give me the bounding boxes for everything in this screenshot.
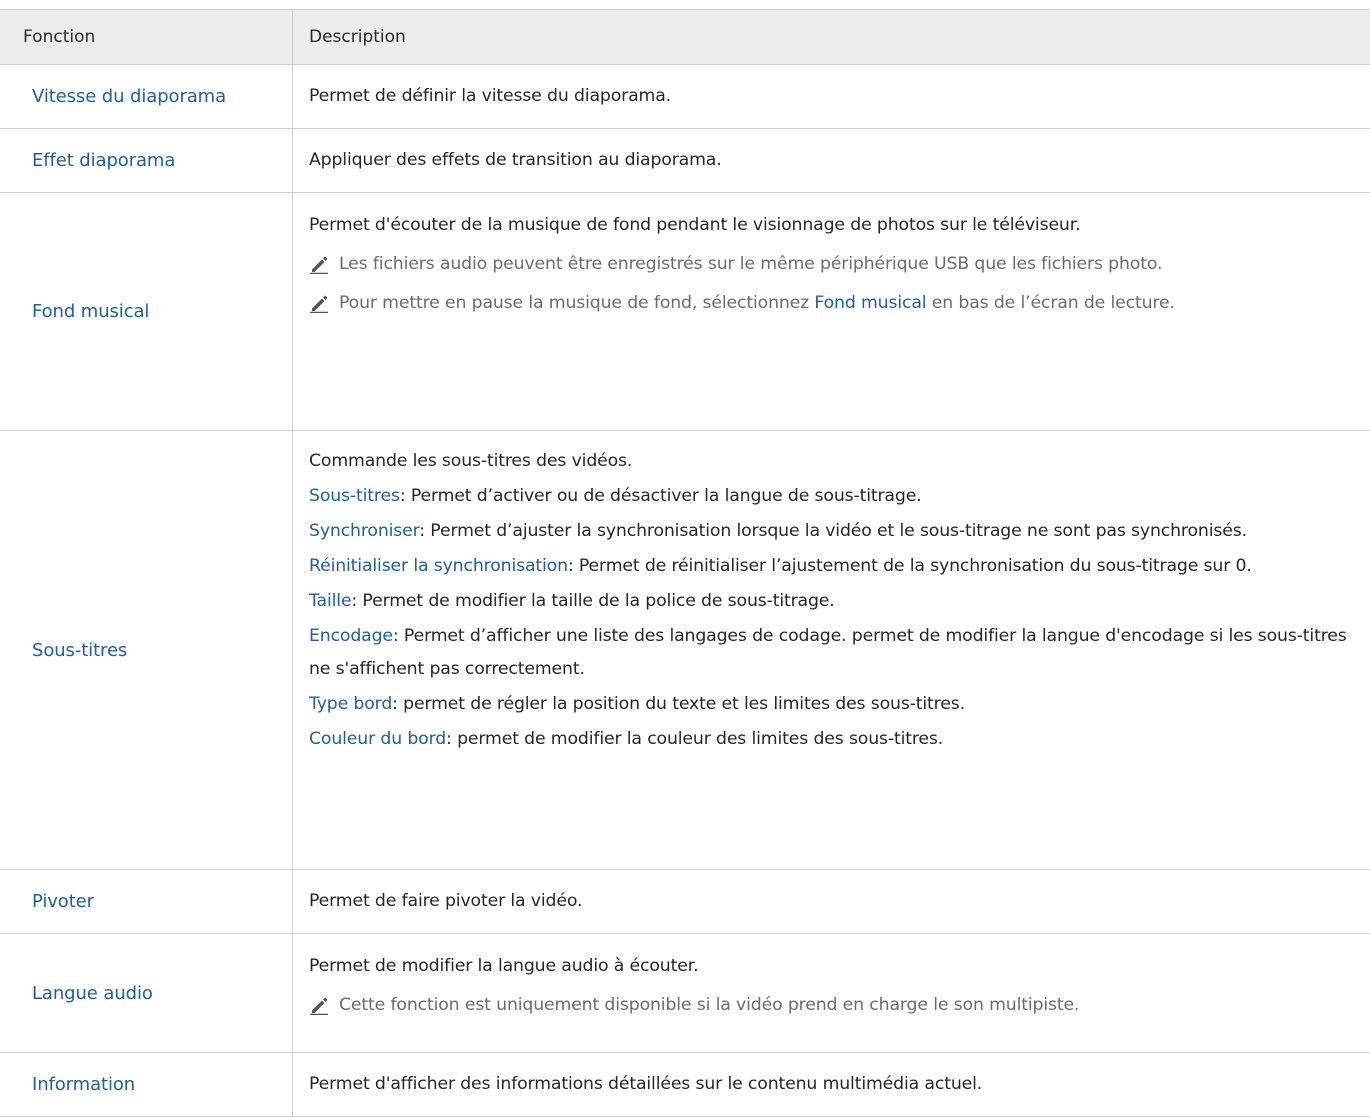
feature-table: Fonction Description Vitesse du diaporam…: [0, 9, 1370, 1117]
option-name: Réinitialiser la synchronisation: [309, 556, 568, 576]
table-row: Fond musical Permet d'écouter de la musi…: [0, 193, 1370, 431]
option-name: Encodage: [309, 626, 393, 646]
option-text: : Permet de modifier la taille de la pol…: [351, 591, 835, 611]
function-name: Fond musical: [32, 301, 150, 322]
option-item: Type bord: permet de régler la position …: [309, 688, 1358, 721]
header-description: Description: [309, 27, 406, 47]
option-text: : permet de régler la position du texte …: [392, 694, 965, 714]
option-text: : Permet de réinitialiser l’ajustement d…: [567, 556, 1252, 576]
note-text: Pour mettre en pause la musique de fond,…: [339, 293, 815, 313]
option-text: : Permet d’activer ou de désactiver la l…: [399, 486, 922, 506]
note-text: Cette fonction est uniquement disponible…: [339, 995, 1080, 1015]
table-row: Vitesse du diaporama Permet de définir l…: [0, 65, 1370, 129]
option-text: : Permet d’ajuster la synchronisation lo…: [419, 521, 1247, 541]
function-name: Effet diaporama: [32, 150, 176, 171]
option-text: : Permet d’afficher une liste des langag…: [309, 626, 1347, 679]
option-text: : permet de modifier la couleur des limi…: [446, 729, 944, 749]
note: Cette fonction est uniquement disponible…: [309, 989, 1358, 1022]
note-keyword: Fond musical: [814, 293, 927, 313]
function-description: Appliquer des effets de transition au di…: [309, 150, 722, 170]
function-description: Commande les sous-titres des vidéos.: [309, 451, 633, 471]
function-name: Sous-titres: [32, 639, 128, 661]
option-name: Synchroniser: [309, 521, 420, 541]
pencil-icon: [309, 995, 329, 1015]
table-row: Information Permet d'afficher des inform…: [0, 1053, 1370, 1117]
option-item: Encodage: Permet d’afficher une liste de…: [309, 620, 1358, 686]
table-row: Sous-titres Commande les sous-titres des…: [0, 431, 1370, 870]
table-row: Effet diaporama Appliquer des effets de …: [0, 129, 1370, 193]
function-name: Vitesse du diaporama: [32, 86, 227, 107]
table-row: Pivoter Permet de faire pivoter la vidéo…: [0, 870, 1370, 934]
function-description: Permet de modifier la langue audio à éco…: [309, 956, 699, 976]
note-text: en bas de l’écran de lecture.: [926, 293, 1175, 313]
function-name: Information: [32, 1074, 136, 1095]
option-item: Synchroniser: Permet d’ajuster la synchr…: [309, 515, 1358, 548]
note-text: Les fichiers audio peuvent être enregist…: [339, 254, 1163, 274]
function-description: Permet d'afficher des informations détai…: [309, 1074, 983, 1094]
function-name: Pivoter: [32, 891, 94, 912]
function-name: Langue audio: [32, 982, 153, 1004]
table-row: Langue audio Permet de modifier la langu…: [0, 934, 1370, 1053]
option-name: Couleur du bord: [309, 729, 447, 749]
option-name: Sous-titres: [309, 486, 400, 506]
option-item: Réinitialiser la synchronisation: Permet…: [309, 550, 1358, 583]
option-item: Couleur du bord: permet de modifier la c…: [309, 723, 1358, 756]
function-description: Permet d'écouter de la musique de fond p…: [309, 215, 1081, 235]
table-header: Fonction Description: [0, 10, 1370, 65]
pencil-icon: [309, 293, 329, 313]
header-function: Fonction: [0, 10, 293, 64]
option-name: Taille: [309, 591, 352, 611]
function-description: Permet de faire pivoter la vidéo.: [309, 891, 583, 911]
option-item: Sous-titres: Permet d’activer ou de désa…: [309, 480, 1358, 513]
function-description: Permet de définir la vitesse du diaporam…: [309, 86, 671, 106]
option-item: Taille: Permet de modifier la taille de …: [309, 585, 1358, 618]
note: Pour mettre en pause la musique de fond,…: [309, 287, 1358, 320]
pencil-icon: [309, 254, 329, 274]
option-name: Type bord: [309, 694, 393, 714]
note: Les fichiers audio peuvent être enregist…: [309, 248, 1358, 281]
